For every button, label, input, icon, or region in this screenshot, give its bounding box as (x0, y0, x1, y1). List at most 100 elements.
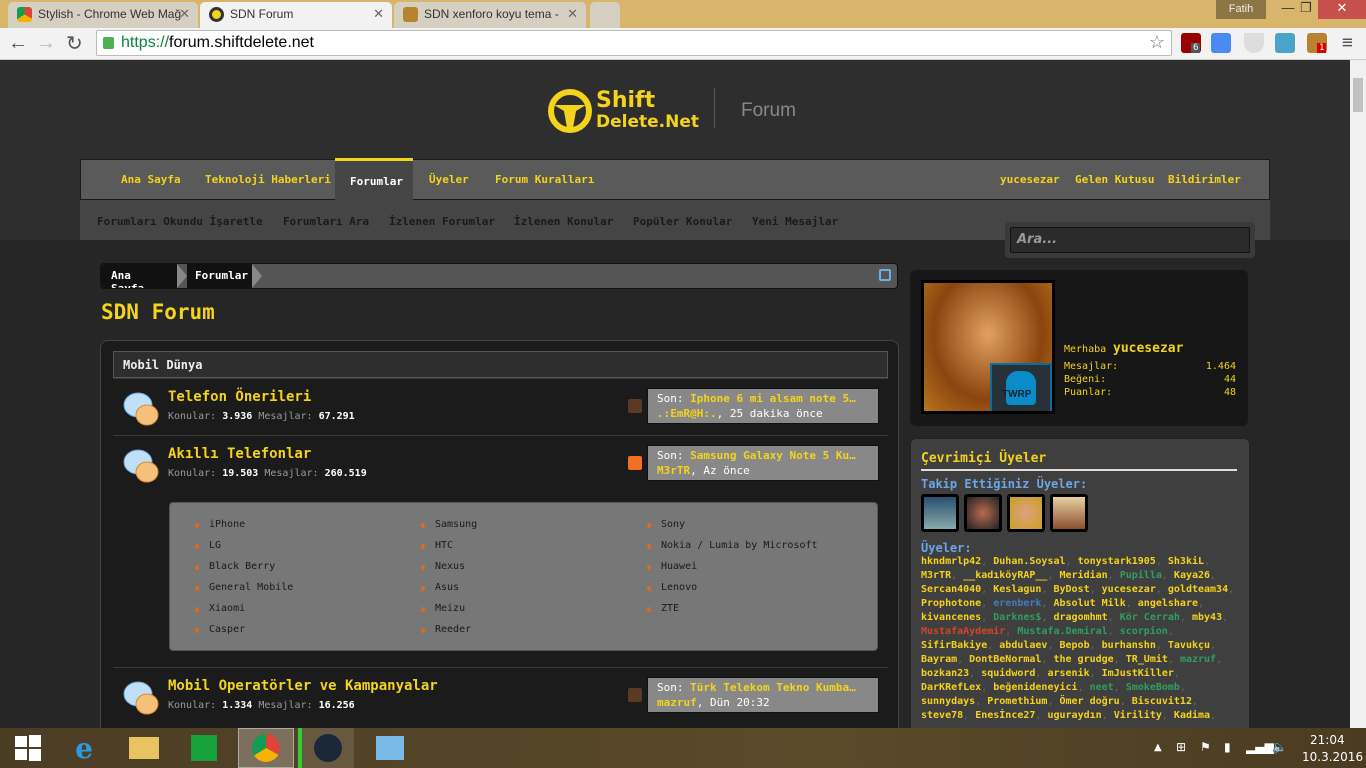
subforum-link[interactable]: Meizu (420, 603, 465, 614)
action-center-icon[interactable]: ⊞ (1176, 740, 1186, 754)
tab-sdn-xenforo[interactable]: SDN xenforo koyu tema - ✕ (394, 2, 586, 28)
online-member-link[interactable]: mazruf (1180, 654, 1216, 665)
online-member-link[interactable]: TR_Umit (1126, 654, 1168, 665)
bookmark-star-icon[interactable]: ☆ (1149, 32, 1165, 53)
last-thread-link[interactable]: Türk Telekom Tekno Kumba… (690, 681, 856, 694)
forward-button[interactable]: → (36, 32, 56, 55)
reload-button[interactable]: ↻ (66, 31, 83, 56)
nav-members[interactable]: Üyeler (429, 173, 469, 186)
close-tab-icon[interactable]: ✕ (373, 6, 384, 22)
forum-title[interactable]: Telefon Önerileri (168, 389, 311, 405)
online-member-link[interactable]: scorpion (1120, 626, 1168, 637)
online-member-link[interactable]: burhanshn (1102, 640, 1156, 651)
online-member-link[interactable]: dragomhmt (1053, 612, 1107, 623)
online-member-link[interactable]: DontBeNormal (969, 654, 1041, 665)
close-tab-icon[interactable]: ✕ (179, 6, 190, 22)
breadcrumb-home[interactable]: Ana Sayfa (101, 264, 177, 288)
stat-value[interactable]: 44 (1224, 374, 1236, 385)
online-member-link[interactable]: Prophotone (921, 598, 981, 609)
subforum-link[interactable]: Samsung (420, 519, 477, 530)
online-member-link[interactable]: kivancenes (921, 612, 981, 623)
jump-menu-icon[interactable] (879, 269, 891, 281)
clock-time[interactable]: 21:04 (1310, 733, 1345, 747)
online-member-link[interactable]: Darknes$ (993, 612, 1041, 623)
breadcrumb-forums[interactable]: Forumlar (187, 264, 252, 288)
last-user-link[interactable]: mazruf (657, 696, 697, 709)
online-member-link[interactable]: squidword (981, 668, 1035, 679)
online-member-link[interactable]: Promethium (987, 696, 1047, 707)
online-member-link[interactable]: Tavukçu (1168, 640, 1210, 651)
file-explorer-icon[interactable] (116, 728, 172, 768)
back-button[interactable]: ← (8, 32, 28, 55)
subforum-link[interactable]: iPhone (194, 519, 245, 530)
store-icon[interactable] (176, 728, 232, 768)
online-member-link[interactable]: angelshare (1138, 598, 1198, 609)
chrome-taskbar-icon[interactable] (238, 728, 294, 768)
online-title[interactable]: Çevrimiçi Üyeler (921, 451, 1237, 471)
nav-rules[interactable]: Forum Kuralları (495, 173, 594, 186)
followed-member-avatar[interactable] (1050, 494, 1088, 532)
online-member-link[interactable]: Kadima (1174, 710, 1210, 721)
online-member-link[interactable]: Bepob (1060, 640, 1090, 651)
subforum-link[interactable]: Reeder (420, 624, 471, 635)
volume-icon[interactable]: 🔈 (1272, 740, 1287, 754)
rss-icon[interactable] (628, 456, 642, 470)
stat-value[interactable]: 48 (1224, 387, 1236, 398)
page-scrollbar[interactable] (1350, 60, 1366, 728)
ublock-icon[interactable]: 6 (1181, 33, 1201, 53)
online-member-link[interactable]: erenberk (993, 598, 1041, 609)
flag-icon[interactable]: ⚑ (1200, 740, 1211, 754)
online-member-link[interactable]: Kör Cerrah (1120, 612, 1180, 623)
last-user-link[interactable]: M3rTR (657, 464, 690, 477)
subforum-link[interactable]: Black Berry (194, 561, 275, 572)
online-member-link[interactable]: hkndmrlp42 (921, 556, 981, 567)
online-member-link[interactable]: Ömer doğru (1060, 696, 1120, 707)
online-member-link[interactable]: Sh3kiL (1168, 556, 1204, 567)
user-avatar[interactable]: TWRP (921, 280, 1055, 414)
subforum-link[interactable]: HTC (420, 540, 453, 551)
online-member-link[interactable]: steve78 (921, 710, 963, 721)
online-member-link[interactable]: Virility (1114, 710, 1162, 721)
online-member-link[interactable]: neet (1090, 682, 1114, 693)
subforum-link[interactable]: Casper (194, 624, 245, 635)
profile-name[interactable]: Fatih (1216, 0, 1266, 19)
subforum-link[interactable]: Nokia / Lumia by Microsoft (647, 540, 818, 551)
followed-member-avatar[interactable] (921, 494, 959, 532)
subforum-link[interactable]: Asus (420, 582, 459, 593)
network-icon[interactable]: ▂▄▆ (1246, 740, 1274, 754)
last-thread-link[interactable]: Iphone 6 mi alsam note 5… (690, 392, 856, 405)
chrome-menu-icon[interactable]: ≡ (1342, 32, 1353, 53)
online-member-link[interactable]: Keslagun (993, 584, 1041, 595)
forum-title[interactable]: Akıllı Telefonlar (168, 446, 311, 462)
address-bar[interactable]: https://forum.shiftdelete.net ☆ (96, 30, 1172, 56)
online-member-link[interactable]: MustafaAydemir (921, 626, 1005, 637)
subforum-link[interactable]: Xiaomi (194, 603, 245, 614)
nav-account[interactable]: yucesezar (1000, 173, 1060, 186)
online-member-link[interactable]: Duhan.Soysal (993, 556, 1065, 567)
online-member-link[interactable]: M3rTR (921, 570, 951, 581)
online-member-link[interactable]: __kadıköyRAP__ (963, 570, 1047, 581)
online-member-link[interactable]: Kaya26 (1174, 570, 1210, 581)
nav-home[interactable]: Ana Sayfa (121, 173, 181, 186)
subnav-mark-read[interactable]: Forumları Okundu İşaretle (97, 215, 263, 228)
online-member-link[interactable]: ByDost (1053, 584, 1089, 595)
nav-forums[interactable]: Forumlar (350, 175, 403, 188)
online-member-link[interactable]: Sercan4040 (921, 584, 981, 595)
rss-icon[interactable] (628, 399, 642, 413)
subforum-link[interactable]: Sony (646, 519, 685, 530)
followed-member-avatar[interactable] (964, 494, 1002, 532)
subnav-watched-threads[interactable]: İzlenen Konular (514, 215, 613, 228)
last-thread-link[interactable]: Samsung Galaxy Note 5 Ku… (690, 449, 856, 462)
close-tab-icon[interactable]: ✕ (567, 6, 578, 22)
rss-icon[interactable] (628, 688, 642, 702)
online-member-link[interactable]: abdulaev (999, 640, 1047, 651)
control-panel-icon[interactable] (362, 728, 418, 768)
sdn-extension-icon[interactable]: 1 (1307, 33, 1327, 53)
online-member-link[interactable]: beğenideneyici (993, 682, 1077, 693)
category-title[interactable]: Mobil Dünya (113, 351, 888, 378)
stylish-mustache-icon[interactable] (1275, 33, 1295, 53)
google-translate-icon[interactable] (1211, 33, 1231, 53)
subforum-link[interactable]: Lenovo (646, 582, 697, 593)
forum-title[interactable]: Mobil Operatörler ve Kampanyalar (168, 678, 438, 694)
last-user-link[interactable]: .:EmR@H:. (657, 407, 717, 420)
